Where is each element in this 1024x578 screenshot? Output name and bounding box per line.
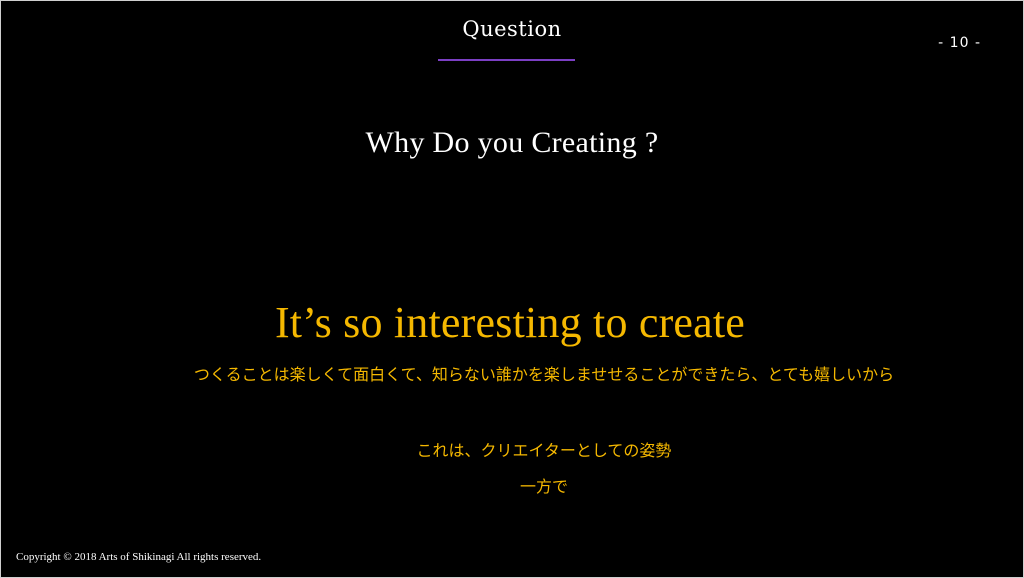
answer-headline: It’s so interesting to create	[274, 298, 746, 347]
slide: Question - 10 - Why Do you Creating ? It…	[0, 0, 1024, 578]
question-heading: Why Do you Creating ?	[365, 126, 659, 159]
page-number: - 10 -	[938, 35, 981, 51]
note-line-1: これは、クリエイターとしての姿勢	[416, 441, 672, 460]
answer-japanese-text: つくることは楽しくて面白くて、知らない誰かを楽しませせることができたら、とても嬉…	[193, 365, 895, 384]
note-line-2: 一方で	[519, 477, 568, 496]
header-underline	[438, 59, 575, 61]
slide-header: Question	[462, 17, 562, 41]
copyright-footer: Copyright © 2018 Arts of Shikinagi All r…	[16, 551, 262, 563]
